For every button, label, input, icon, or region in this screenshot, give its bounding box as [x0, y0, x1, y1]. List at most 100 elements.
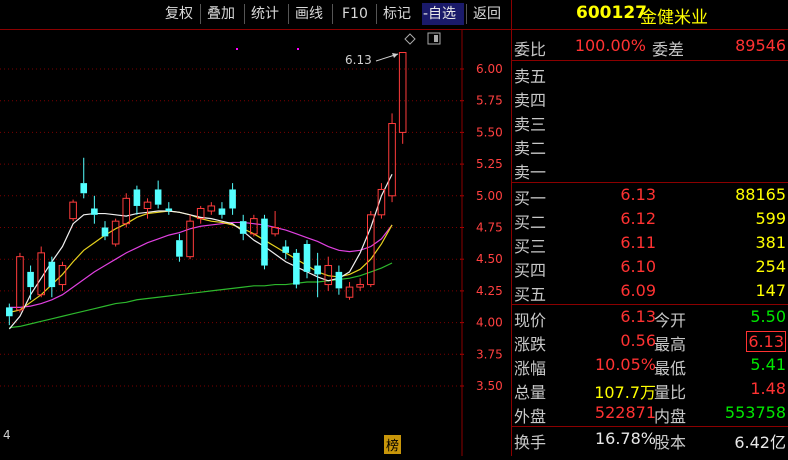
change-pct-value: 10.05%	[594, 355, 656, 374]
buy-row[interactable]: 买五 6.09 147	[512, 279, 788, 304]
overlay-button[interactable]: 叠加	[207, 4, 235, 24]
turnover-label: 换手	[514, 433, 547, 452]
sell-row[interactable]: 卖五	[512, 61, 788, 86]
buy1-price: 6.13	[620, 185, 656, 204]
back-button[interactable]: 返回	[473, 4, 501, 24]
y-tick-label: 5.25	[476, 157, 503, 171]
buy-row[interactable]: 买一 6.13 88165	[512, 183, 788, 208]
draw-line-button[interactable]: 画线	[295, 4, 323, 24]
buy1-label: 买一	[514, 189, 547, 208]
buy3-price: 6.11	[620, 233, 656, 252]
chart-toolbar: 复权 叠加 统计 画线 F10 标记 -自选 返回	[0, 0, 511, 30]
change-pct-label: 涨幅	[514, 359, 547, 378]
y-tick-label: 4.50	[476, 252, 503, 266]
candle-body-up	[122, 197, 131, 225]
sell1-label: 卖一	[514, 163, 547, 182]
candle-body-up	[111, 220, 120, 245]
high-label: 最高	[654, 335, 687, 354]
quote-panel: 600127 金健米业 委比 100.00% 委差 89546 卖五 卖四 卖三…	[512, 0, 788, 456]
candle-body-down	[27, 271, 34, 288]
volume-ratio-label: 量比	[654, 383, 687, 402]
f10-button[interactable]: F10	[342, 4, 368, 24]
change-value: 0.56	[620, 331, 656, 350]
sell-row[interactable]: 卖四	[512, 85, 788, 110]
buy5-volume: 147	[755, 281, 786, 300]
share-capital-value: 6.42亿	[734, 433, 786, 452]
stock-name[interactable]: 金健米业	[640, 3, 708, 28]
open-value: 5.50	[750, 307, 786, 326]
open-label: 今开	[654, 311, 687, 330]
candle-body-down	[80, 183, 88, 194]
diamond-icon[interactable]	[404, 33, 416, 45]
stat-row: 涨跌 0.56 最高 6.13	[512, 329, 788, 354]
buy2-price: 6.12	[620, 209, 656, 228]
period-label: 4	[3, 428, 11, 442]
candle-body-up	[345, 286, 354, 298]
candle-body-up	[398, 52, 407, 133]
candlestick-chart[interactable]: 6.00 5.75 5.50 5.25 5.00 4.75 4.50 4.25 4.00 3.75…	[0, 29, 511, 456]
inner-disk-label: 内盘	[654, 407, 687, 426]
kline-svg[interactable]: 6.00 5.75 5.50 5.25 5.00 4.75 4.50 4.25 4.00 3.75…	[0, 29, 511, 456]
y-tick-label: 5.50	[476, 125, 503, 139]
stat-row: 涨幅 10.05% 最低 5.41	[512, 353, 788, 378]
toolbar-divider	[288, 4, 289, 24]
buy1-volume: 88165	[735, 185, 786, 204]
y-tick-label: 3.50	[476, 379, 503, 393]
candle-body-down	[6, 307, 13, 317]
outer-disk-label: 外盘	[514, 407, 547, 426]
watchlist-button[interactable]: -自选	[423, 4, 456, 24]
panel-toggle-icon-fill	[434, 35, 438, 42]
stat-row: 外盘 522871 内盘 553758	[512, 401, 788, 426]
sell-row[interactable]: 卖二	[512, 133, 788, 158]
toolbar-divider	[376, 4, 377, 24]
ma-green-line	[9, 262, 393, 329]
toolbar-divider	[466, 4, 467, 24]
buy-row[interactable]: 买四 6.10 254	[512, 255, 788, 280]
sell-row[interactable]: 卖三	[512, 109, 788, 134]
buy-row[interactable]: 买二 6.12 599	[512, 207, 788, 232]
ma-magenta-line	[9, 221, 393, 308]
candle-body-up	[69, 201, 77, 220]
y-tick-label: 3.75	[476, 347, 503, 361]
candle-body-up	[207, 205, 216, 212]
current-price-value: 6.13	[620, 307, 656, 326]
buy-row[interactable]: 买三 6.11 381	[512, 231, 788, 256]
toolbar-divider	[244, 4, 245, 24]
ranking-badge-label: 榜	[386, 438, 399, 454]
candle-body-up	[143, 201, 152, 209]
sell5-label: 卖五	[514, 67, 547, 86]
volume-label: 总量	[514, 383, 547, 402]
candle-body-up	[388, 123, 396, 197]
candle-body-up	[250, 218, 258, 235]
candle-body-down	[335, 271, 343, 289]
buy2-volume: 599	[755, 209, 786, 228]
sell-row[interactable]: 卖一	[512, 157, 788, 182]
candle-body-down	[176, 240, 183, 257]
buy3-volume: 381	[755, 233, 786, 252]
stat-row: 现价 6.13 今开 5.50	[512, 305, 788, 330]
candle-body-down	[154, 189, 162, 205]
buy5-price: 6.09	[620, 281, 656, 300]
y-tick-label: 5.75	[476, 94, 503, 108]
buy4-volume: 254	[755, 257, 786, 276]
stock-code[interactable]: 600127	[576, 3, 647, 23]
candle-body-down	[261, 218, 268, 266]
candle-body-down	[314, 265, 321, 275]
candle-body-down	[165, 208, 173, 212]
candle-body-up	[366, 214, 375, 286]
inner-disk-value: 553758	[724, 403, 786, 422]
weibi-label: 委比	[514, 40, 547, 59]
candle-body-down	[282, 246, 290, 253]
stat-row: 总量 107.7万 量比 1.48	[512, 377, 788, 402]
statistics-button[interactable]: 统计	[251, 4, 279, 24]
event-marker	[236, 48, 238, 50]
sell2-label: 卖二	[514, 139, 547, 158]
fuquan-button[interactable]: 复权	[165, 4, 193, 24]
y-tick-label: 4.00	[476, 316, 503, 330]
mark-button[interactable]: 标记	[383, 4, 411, 24]
weibi-value: 100.00%	[574, 36, 646, 55]
candle-body-down	[229, 189, 236, 209]
candle-body-up	[16, 256, 24, 311]
stat-row: 换手 16.78% 股本 6.42亿	[512, 427, 788, 452]
volume-value: 107.7万	[594, 383, 656, 402]
